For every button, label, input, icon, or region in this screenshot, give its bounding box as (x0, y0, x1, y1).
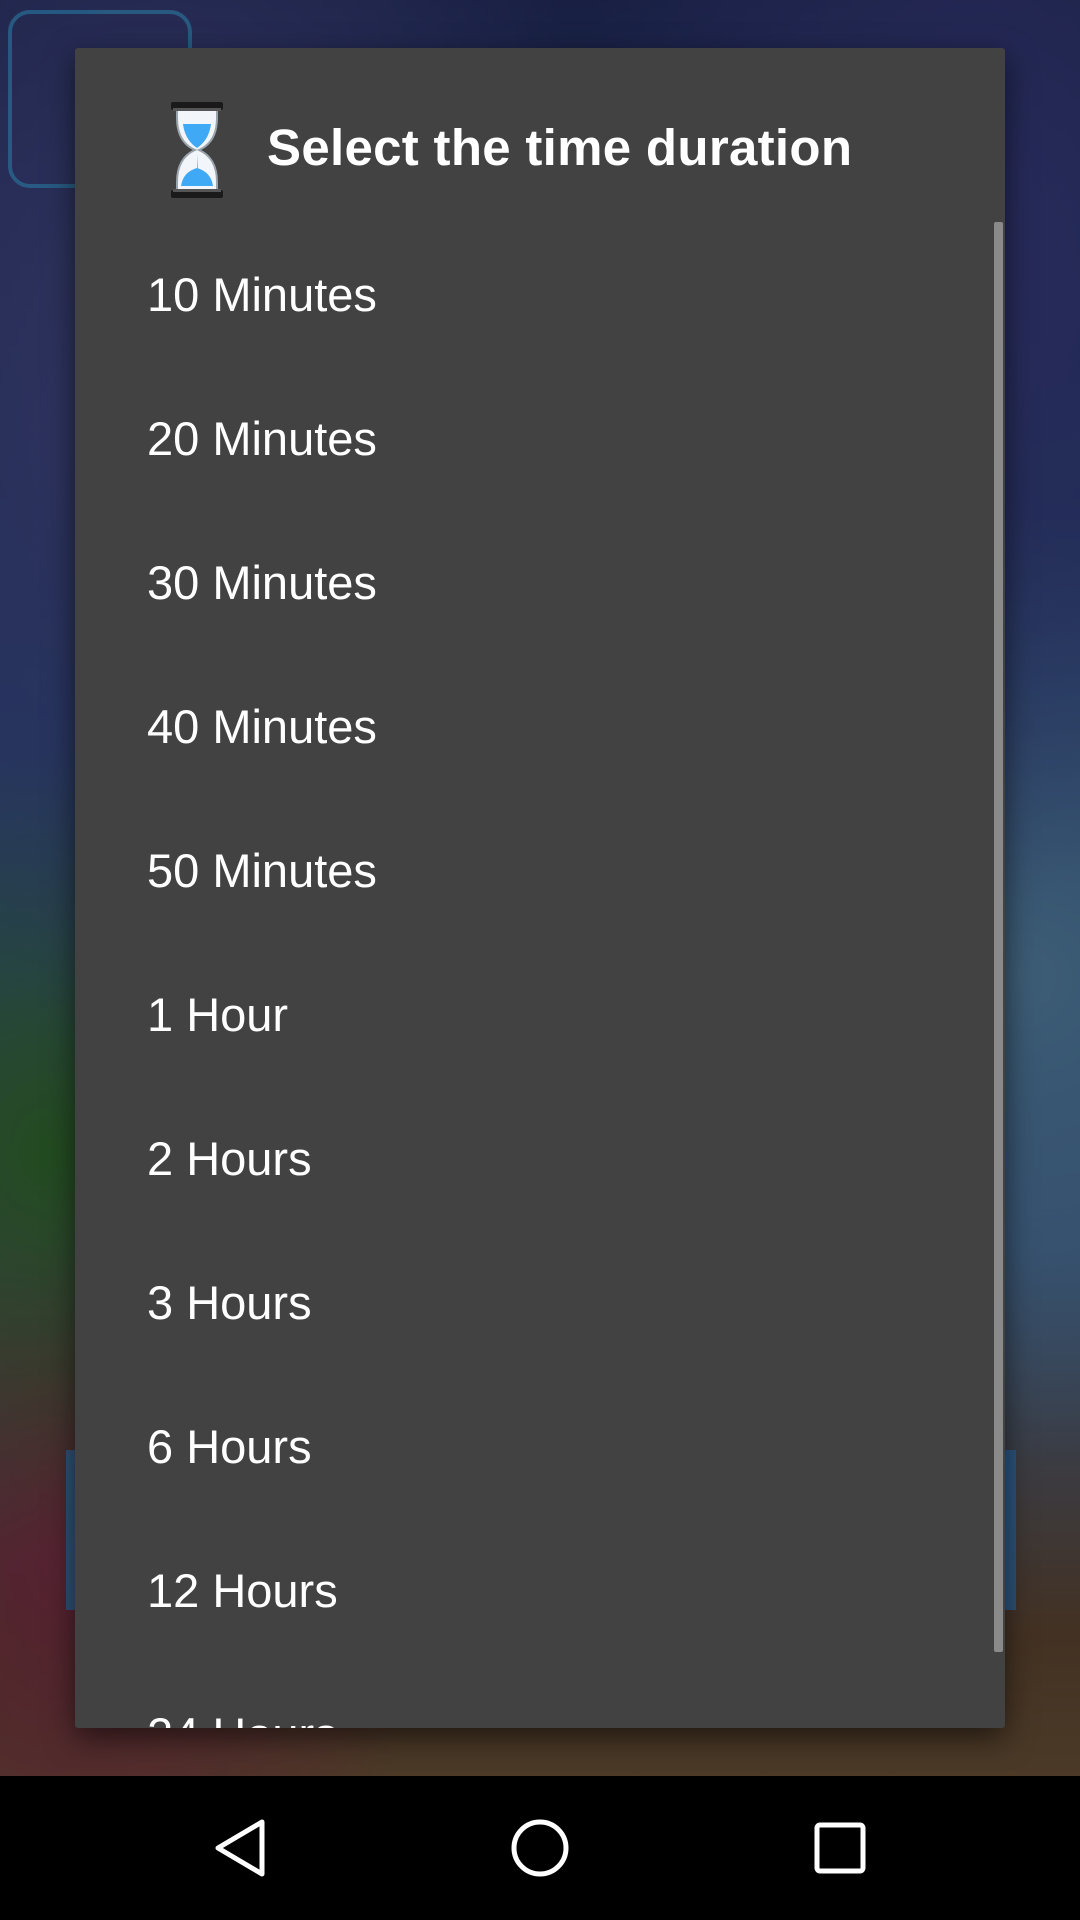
option-24-hours[interactable]: 24 Hours (75, 1662, 1005, 1729)
home-circle-icon (511, 1819, 569, 1877)
option-6-hours[interactable]: 6 Hours (75, 1374, 1005, 1518)
recents-button[interactable] (780, 1776, 900, 1920)
option-2-hours[interactable]: 2 Hours (75, 1086, 1005, 1230)
home-button[interactable] (480, 1776, 600, 1920)
option-50-minutes[interactable]: 50 Minutes (75, 798, 1005, 942)
time-duration-dialog: Select the time duration 10 Minutes 20 M… (75, 48, 1005, 1728)
duration-options-list[interactable]: 10 Minutes 20 Minutes 30 Minutes 40 Minu… (75, 222, 1005, 1729)
back-button[interactable] (180, 1776, 300, 1920)
dialog-header: Select the time duration (75, 48, 1005, 222)
option-10-minutes[interactable]: 10 Minutes (75, 222, 1005, 366)
hourglass-icon (171, 102, 223, 198)
screen: Select the time duration 10 Minutes 20 M… (0, 0, 1080, 1920)
option-40-minutes[interactable]: 40 Minutes (75, 654, 1005, 798)
list-scrollbar[interactable] (994, 222, 1003, 1652)
option-12-hours[interactable]: 12 Hours (75, 1518, 1005, 1662)
option-30-minutes[interactable]: 30 Minutes (75, 510, 1005, 654)
option-3-hours[interactable]: 3 Hours (75, 1230, 1005, 1374)
dialog-title: Select the time duration (267, 119, 853, 176)
option-1-hour[interactable]: 1 Hour (75, 942, 1005, 1086)
option-20-minutes[interactable]: 20 Minutes (75, 366, 1005, 510)
back-triangle-icon (215, 1819, 265, 1877)
system-navigation-bar (0, 1776, 1080, 1920)
recents-square-icon (814, 1822, 866, 1874)
